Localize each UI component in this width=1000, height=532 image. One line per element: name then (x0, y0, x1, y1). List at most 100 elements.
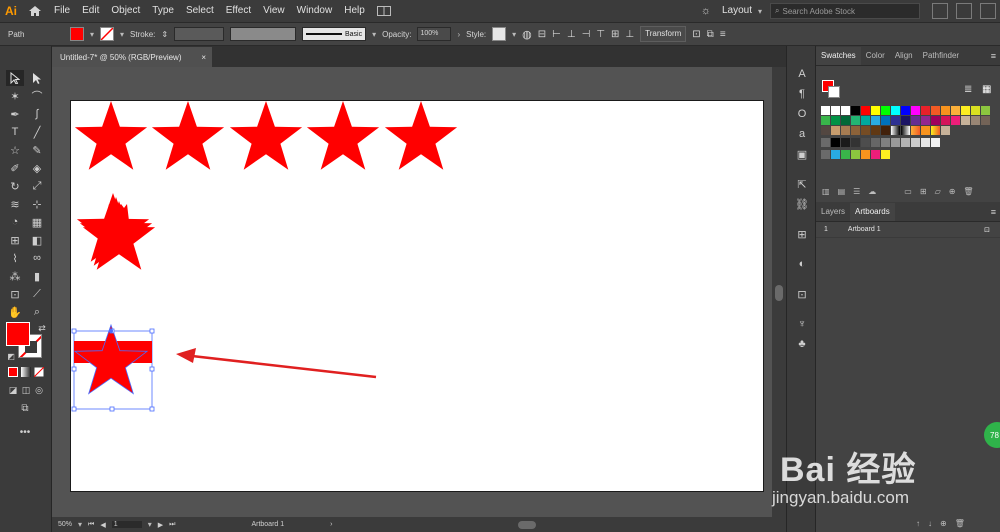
selection-tool-icon[interactable] (6, 70, 24, 86)
transform-icon[interactable]: ⊞ (794, 226, 810, 242)
symbol-sprayer-tool-icon[interactable]: ⁂ (6, 268, 24, 284)
symbols-icon[interactable]: ♆ (794, 316, 810, 332)
new-icon[interactable]: ⊕ (949, 187, 956, 196)
lasso-tool-icon[interactable]: ⌒ (28, 88, 46, 104)
swatch[interactable] (931, 116, 940, 125)
chevron-down-icon[interactable]: ▾ (78, 520, 82, 529)
minimize-button[interactable] (932, 3, 948, 19)
rotate-tool-icon[interactable]: ↻ (6, 178, 24, 194)
swatch[interactable] (881, 138, 890, 147)
screen-mode-icon[interactable]: ⧉ (16, 400, 34, 416)
swatch-libraries-icon[interactable]: ▥ (822, 187, 830, 196)
glyphs-icon[interactable]: a (794, 126, 810, 142)
libraries-icon[interactable]: ▣ (794, 146, 810, 162)
menu-select[interactable]: Select (180, 0, 220, 22)
swatch[interactable] (891, 138, 900, 147)
align-right-icon[interactable]: ⊣ (582, 29, 591, 40)
panel-menu-icon[interactable]: ≡ (720, 29, 726, 40)
swatch[interactable] (911, 138, 920, 147)
swatch[interactable] (881, 116, 890, 125)
recolor-artwork-icon[interactable]: ◍ (522, 28, 532, 41)
slice-tool-icon[interactable]: ⟋ (28, 286, 46, 302)
chevron-down-icon[interactable]: ▾ (512, 30, 516, 39)
artboard-tool-icon[interactable]: ⊡ (6, 286, 24, 302)
paragraph-icon[interactable]: ¶ (794, 86, 810, 102)
tab-pathfinder[interactable]: Pathfinder (918, 47, 964, 65)
stroke-swatch[interactable] (100, 27, 115, 41)
swatch[interactable] (931, 138, 940, 147)
swatch[interactable] (851, 138, 860, 147)
swatch[interactable] (871, 106, 880, 115)
mesh-tool-icon[interactable]: ⊞ (6, 232, 24, 248)
tab-swatches[interactable]: Swatches (816, 47, 861, 65)
edit-toolbar-icon[interactable]: ••• (16, 424, 34, 440)
swatch[interactable] (901, 116, 910, 125)
previous-artboard-icon[interactable]: ◀ (100, 521, 105, 529)
panel-menu-icon[interactable]: ≡ (991, 47, 996, 65)
swatch[interactable] (961, 116, 970, 125)
swatch[interactable] (931, 106, 940, 115)
zoom-level[interactable]: 50% (58, 521, 72, 528)
swatch[interactable] (921, 106, 930, 115)
new-artboard-icon[interactable]: ⊕ (940, 519, 947, 528)
arrange-documents-icon[interactable] (371, 6, 397, 16)
menu-effect[interactable]: Effect (220, 0, 257, 22)
stroke-weight-field[interactable] (174, 27, 225, 41)
swatch[interactable] (891, 106, 900, 115)
curvature-tool-icon[interactable]: ∫ (28, 106, 46, 122)
maximize-button[interactable] (956, 3, 972, 19)
cloud-icon[interactable]: ☁ (868, 187, 876, 196)
tab-color[interactable]: Color (861, 47, 890, 65)
swatch[interactable] (911, 106, 920, 115)
direct-selection-tool-icon[interactable] (28, 70, 46, 86)
type-tool-icon[interactable]: T (6, 124, 24, 140)
swatch[interactable] (871, 116, 880, 125)
magic-wand-tool-icon[interactable]: ✶ (6, 88, 24, 104)
swatch[interactable] (841, 150, 850, 159)
swatch[interactable] (971, 116, 980, 125)
swatch[interactable] (881, 150, 890, 159)
swatch[interactable] (911, 116, 920, 125)
close-button[interactable] (980, 3, 996, 19)
swatch[interactable] (861, 138, 870, 147)
blend-tool-icon[interactable]: ∞ (28, 250, 46, 266)
delete-artboard-icon[interactable]: 🗑 (955, 519, 965, 528)
align-center-icon[interactable]: ⊥ (567, 29, 576, 40)
swatch[interactable] (961, 106, 970, 115)
paintbrush-tool-icon[interactable]: ✎ (28, 142, 46, 158)
eraser-tool-icon[interactable]: ◈ (28, 160, 46, 176)
swatch[interactable] (931, 126, 940, 135)
grid-view-icon[interactable]: ▦ (982, 84, 991, 95)
status-menu-icon[interactable]: › (330, 521, 332, 528)
artboard-number-field[interactable]: 1 (111, 521, 142, 528)
scale-tool-icon[interactable]: ⤢ (28, 178, 46, 194)
opentype-icon[interactable]: O (794, 106, 810, 122)
fill-color-indicator[interactable] (6, 322, 30, 346)
shape-builder-tool-icon[interactable]: ◔ (6, 214, 24, 230)
swatch[interactable] (861, 106, 870, 115)
next-artboard-icon[interactable]: ▶ (158, 521, 163, 529)
draw-inside-icon[interactable]: ◎ (30, 382, 48, 398)
menu-window[interactable]: Window (291, 0, 339, 22)
gradient-tool-icon[interactable]: ◧ (28, 232, 46, 248)
menu-help[interactable]: Help (338, 0, 371, 22)
menu-object[interactable]: Object (105, 0, 146, 22)
swatch[interactable] (881, 126, 890, 135)
transform-button[interactable]: Transform (640, 26, 687, 42)
star-tool-icon[interactable]: ☆ (6, 142, 24, 158)
swatch[interactable] (941, 106, 950, 115)
close-icon[interactable]: × (201, 53, 206, 62)
tab-artboards[interactable]: Artboards (850, 203, 895, 221)
character-icon[interactable]: A (794, 66, 810, 82)
swatch[interactable] (841, 116, 850, 125)
free-transform-tool-icon[interactable]: ⊹ (28, 196, 46, 212)
swatch[interactable] (951, 106, 960, 115)
menu-type[interactable]: Type (146, 0, 180, 22)
swatch[interactable] (881, 106, 890, 115)
list-view-icon[interactable]: ≣ (964, 84, 972, 95)
swatch[interactable] (821, 116, 830, 125)
align-to-icon[interactable]: ⊟ (538, 29, 546, 40)
lightbulb-icon[interactable]: ☼ (696, 5, 716, 17)
chevron-down-icon[interactable]: ▾ (372, 30, 376, 39)
swatch[interactable] (871, 126, 880, 135)
